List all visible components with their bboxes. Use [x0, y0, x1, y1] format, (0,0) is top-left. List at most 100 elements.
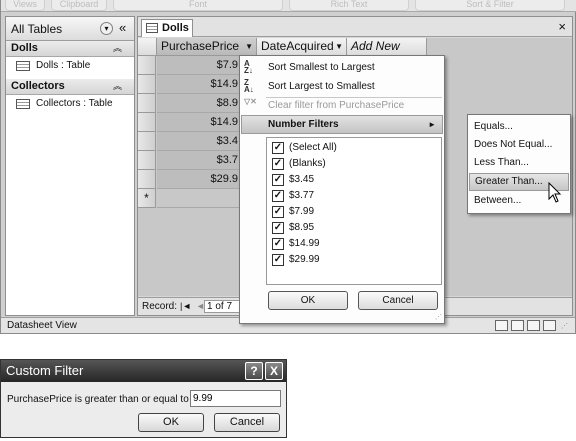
checkbox-checked[interactable]: ✓ — [272, 254, 284, 266]
dialog-title: Custom Filter — [6, 363, 84, 378]
checklist-label: $8.95 — [289, 222, 315, 233]
new-record-cell[interactable] — [157, 189, 241, 208]
menu-item-label: Number Filters — [268, 119, 339, 130]
row-selector[interactable] — [138, 151, 156, 170]
clear-filter-item[interactable]: ▽✕ Clear filter from PurchasePrice — [240, 96, 444, 115]
close-button[interactable]: X — [265, 362, 283, 380]
checklist-label: $29.99 — [289, 254, 320, 265]
nav-group-collectors[interactable]: Collectors ︽ — [6, 79, 134, 95]
price-cell[interactable]: $14.9 — [157, 113, 241, 132]
first-record-icon[interactable]: |◄ — [180, 298, 191, 315]
sort-descending-icon: Z A↓ — [244, 78, 254, 94]
collapse-group-icon[interactable]: ︽ — [113, 41, 122, 56]
pivottable-view-icon[interactable] — [511, 320, 524, 331]
ribbon-group-font: Font — [113, 0, 283, 11]
column-header-purchaseprice[interactable]: PurchasePrice ▼ — [157, 38, 257, 56]
chevron-down-icon[interactable]: ▾ — [100, 22, 113, 35]
new-row-selector[interactable]: * — [138, 189, 156, 208]
ribbon-group-rich-text: Rich Text — [289, 0, 409, 11]
checkbox-checked[interactable]: ✓ — [272, 158, 284, 170]
checklist-item[interactable]: ✓ $3.45 — [272, 172, 437, 188]
design-view-icon[interactable] — [543, 320, 556, 331]
price-cell[interactable]: $7.9 — [157, 56, 241, 75]
column-header-label: DateAcquired — [261, 39, 334, 53]
checklist-item[interactable]: ✓ $7.99 — [272, 204, 437, 220]
nav-group-label: Dolls — [11, 42, 38, 54]
price-cell[interactable]: $29.9 — [157, 170, 241, 189]
checkbox-checked[interactable]: ✓ — [272, 238, 284, 250]
filter-cancel-button[interactable]: Cancel — [358, 291, 438, 310]
checkbox-checked[interactable]: ✓ — [272, 174, 284, 186]
help-button[interactable]: ? — [245, 362, 263, 380]
close-icon[interactable]: × — [558, 19, 566, 34]
price-cell[interactable]: $3.4 — [157, 132, 241, 151]
checklist-label: $7.99 — [289, 206, 315, 217]
checklist-label: (Select All) — [289, 142, 337, 153]
collapse-group-icon[interactable]: ︽ — [113, 79, 122, 94]
nav-pane-header[interactable]: All Tables ▾ « — [6, 17, 134, 41]
datasheet-view-icon[interactable] — [495, 320, 508, 331]
resize-grip-icon[interactable]: ⋰ — [561, 322, 568, 330]
checklist-label: $3.45 — [289, 174, 315, 185]
row-selector[interactable] — [138, 170, 156, 189]
pivotchart-view-icon[interactable] — [527, 320, 540, 331]
row-selector[interactable] — [138, 94, 156, 113]
checklist-item[interactable]: ✓ (Select All) — [272, 140, 437, 156]
sort-ascending-item[interactable]: A Z↓ Sort Smallest to Largest — [240, 58, 444, 77]
sort-descending-item[interactable]: Z A↓ Sort Largest to Smallest — [240, 77, 444, 96]
filter-value-input[interactable] — [190, 390, 281, 407]
nav-group-label: Collectors — [11, 80, 65, 92]
select-all-corner[interactable] — [138, 38, 157, 56]
row-selector[interactable] — [138, 75, 156, 94]
menu-item-label: Sort Largest to Smallest — [268, 81, 375, 92]
tab-dolls[interactable]: Dolls — [141, 19, 193, 37]
dropdown-arrow-icon[interactable]: ▼ — [335, 38, 343, 55]
column-header-add-new-field[interactable]: Add New Field — [347, 38, 427, 70]
checklist-label: $3.77 — [289, 190, 315, 201]
document-tab-bar: Dolls × — [138, 17, 572, 37]
submenu-does-not-equal[interactable]: Does Not Equal... — [468, 136, 570, 154]
dialog-cancel-button[interactable]: Cancel — [214, 413, 280, 432]
row-selector[interactable] — [138, 132, 156, 151]
checklist-item[interactable]: ✓ $3.77 — [272, 188, 437, 204]
resize-grip-icon[interactable]: ⋰ — [435, 313, 442, 321]
checkbox-checked[interactable]: ✓ — [272, 206, 284, 218]
checklist-item[interactable]: ✓ $14.99 — [272, 236, 437, 252]
table-icon — [146, 23, 158, 33]
column-header-label: PurchasePrice — [161, 39, 240, 53]
nav-item-collectors-table[interactable]: Collectors : Table — [6, 95, 134, 113]
checklist-item[interactable]: ✓ $8.95 — [272, 220, 437, 236]
dialog-ok-button[interactable]: OK — [138, 413, 204, 432]
submenu-equals[interactable]: Equals... — [468, 118, 570, 136]
record-label: Record: — [142, 301, 178, 312]
submenu-less-than[interactable]: Less Than... — [468, 154, 570, 172]
price-cell[interactable]: $14.9 — [157, 75, 241, 94]
checkbox-checked[interactable]: ✓ — [272, 142, 284, 154]
number-filters-item[interactable]: Number Filters ► — [241, 115, 443, 134]
tab-label: Dolls — [162, 22, 189, 34]
navigation-pane: All Tables ▾ « Dolls ︽ Dolls : Table Col… — [5, 16, 135, 316]
checklist-label: $14.99 — [289, 238, 320, 249]
dropdown-arrow-icon[interactable]: ▼ — [245, 38, 253, 55]
row-selector[interactable] — [138, 56, 156, 75]
nav-group-dolls[interactable]: Dolls ︽ — [6, 41, 134, 57]
filter-ok-button[interactable]: OK — [268, 291, 348, 310]
checklist-item[interactable]: ✓ (Blanks) — [272, 156, 437, 172]
price-cell[interactable]: $8.9 — [157, 94, 241, 113]
record-position-field[interactable]: 1 of 7 — [204, 300, 242, 313]
checkbox-checked[interactable]: ✓ — [272, 222, 284, 234]
nav-item-label: Dolls : Table — [36, 60, 91, 71]
price-cell[interactable]: $3.7 — [157, 151, 241, 170]
mouse-pointer-icon — [548, 182, 562, 203]
checklist-item[interactable]: ✓ $29.99 — [272, 252, 437, 268]
checkbox-checked[interactable]: ✓ — [272, 190, 284, 202]
dialog-title-bar[interactable]: Custom Filter ? X — [1, 360, 286, 382]
table-icon — [16, 99, 30, 109]
filter-prompt: PurchasePrice is greater than or equal t… — [7, 394, 189, 405]
row-selector[interactable] — [138, 113, 156, 132]
column-header-dateacquired[interactable]: DateAcquired ▼ — [257, 38, 347, 56]
column-filter-menu: A Z↓ Sort Smallest to Largest Z A↓ Sort La… — [239, 55, 445, 324]
double-chevron-left-icon[interactable]: « — [119, 20, 126, 35]
ribbon-group-views: Views — [5, 0, 45, 11]
nav-item-dolls-table[interactable]: Dolls : Table — [6, 57, 134, 75]
